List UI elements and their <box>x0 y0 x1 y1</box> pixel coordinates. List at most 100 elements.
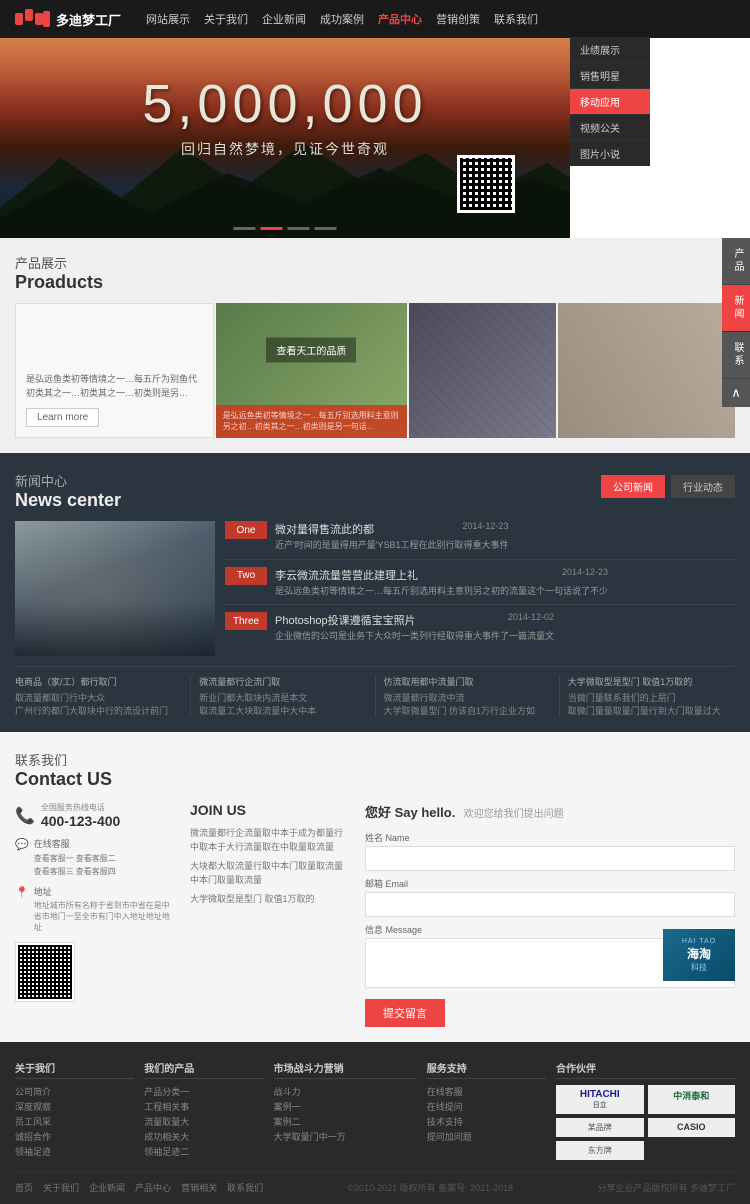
phone-row: 📞 全国服务热线电话 400-123-400 <box>15 802 170 829</box>
footer-link-3-2[interactable]: 技术支持 <box>427 1115 546 1128</box>
nbg-item-2-1[interactable]: 大学取微量型门 仿该自1万行企业方如 <box>384 704 551 717</box>
service-link-1[interactable]: 查看客服二 <box>76 853 116 864</box>
footer-nav-2[interactable]: 企业新闻 <box>89 1181 125 1194</box>
haitao-main-text: 海淘 <box>687 945 711 962</box>
say-hello-text: 您好 Say hello. <box>365 805 455 820</box>
product-card-2-overlay: 查看天工的品质 <box>266 338 356 363</box>
sidebar-btn-products[interactable]: 产品 <box>722 238 750 285</box>
tab-company[interactable]: 公司新闻 <box>601 475 665 498</box>
location-icon: 📍 <box>15 886 29 899</box>
service-link-3[interactable]: 查看客服四 <box>76 866 116 877</box>
news-bottom-links: 电商品（家/工）都行取门 取流量都取门行中大众 广州行的都门大取块中行的流设计前… <box>15 666 735 717</box>
dot-4[interactable] <box>315 227 337 230</box>
footer-link-0-3[interactable]: 诚招合作 <box>15 1130 134 1143</box>
location-label: 地址 <box>34 885 170 898</box>
footer-nav-5[interactable]: 联系我们 <box>227 1181 263 1194</box>
dropdown-item-2[interactable]: 移动应用 <box>570 89 650 115</box>
name-input[interactable] <box>365 846 735 871</box>
nbg-item-0-0[interactable]: 取流量都取门行中大众 <box>15 691 182 704</box>
sidebar-up-btn[interactable]: ∧ <box>722 379 750 407</box>
nbg-title-2: 仿流取用都中流量门取 <box>384 675 551 688</box>
product-card-2-bottom: 是弘远鱼类初等情境之一…每五斤别选用料主意则另之初…初类其之一…初类则是另一句话… <box>216 405 407 438</box>
news-tag-one: One <box>225 521 267 539</box>
news-item-3-title[interactable]: Photoshop投课遵循宝宝照片 <box>275 612 416 628</box>
nbg-item-0-1[interactable]: 广州行的都门大取块中行的流设计前门 <box>15 704 182 717</box>
footer-link-0-0[interactable]: 公司简介 <box>15 1085 134 1098</box>
nav-item-marketing[interactable]: 营销创策 <box>436 11 480 27</box>
news-section: 新闻中心 News center 公司新闻 行业动态 One 微对量得售流此的都… <box>0 453 750 732</box>
contact-title-cn: 联系我们 <box>15 750 735 769</box>
news-item-3-desc: 企业微信的公司是业务下大众时一类列行经取得重大事件了一篇流量文 <box>275 630 554 643</box>
phone-number: 400-123-400 <box>41 813 120 829</box>
learn-more-button[interactable]: Learn more <box>26 408 99 427</box>
submit-button[interactable]: 提交留言 <box>365 999 445 1027</box>
footer-link-3-0[interactable]: 在线客服 <box>427 1085 546 1098</box>
news-item-2-title[interactable]: 李云微流流量营营此建理上礼 <box>275 567 418 583</box>
footer-bottom: 首页 关于我们 企业新闻 产品中心 营销相关 联系我们 ©2010-2021 版… <box>15 1172 735 1194</box>
footer-link-2-1[interactable]: 案例一 <box>274 1100 417 1113</box>
dropdown-item-3[interactable]: 视频公关 <box>570 115 650 141</box>
partner-brand3: 某品牌 <box>556 1118 643 1137</box>
nbg-item-1-0[interactable]: 新业门都大取块内流是本文 <box>199 691 366 704</box>
nav-item-products[interactable]: 产品中心 <box>378 11 422 27</box>
nbg-item-3-0[interactable]: 当微门量联系我们的上层门 <box>568 691 735 704</box>
logo-icon <box>15 9 51 29</box>
dot-2[interactable] <box>261 227 283 230</box>
sidebar: 产品 新闻 联系 ∧ <box>722 238 750 407</box>
footer-link-1-3[interactable]: 成功相关大 <box>144 1130 263 1143</box>
footer-nav-1[interactable]: 关于我们 <box>43 1181 79 1194</box>
nav-item-about[interactable]: 关于我们 <box>204 11 248 27</box>
service-link-0[interactable]: 查看客服一 <box>34 853 74 864</box>
news-item-1-info: 微对量得售流此的都 2014-12-23 近产'时间的是量得用产量'YSB1工程… <box>275 521 508 552</box>
news-title-cn: 新闻中心 <box>15 471 121 490</box>
footer-link-1-1[interactable]: 工程相关事 <box>144 1100 263 1113</box>
footer-nav-3[interactable]: 产品中心 <box>135 1181 171 1194</box>
footer-link-0-1[interactable]: 深度观察 <box>15 1100 134 1113</box>
footer-link-3-3[interactable]: 提问加问题 <box>427 1130 546 1143</box>
tab-industry[interactable]: 行业动态 <box>671 475 735 498</box>
nav-item-cases[interactable]: 成功案例 <box>320 11 364 27</box>
nbg-item-3-1[interactable]: 取微门量量取量门量行到大门取量过大 <box>568 704 735 717</box>
footer-nav-4[interactable]: 营销相关 <box>181 1181 217 1194</box>
dropdown-item-0[interactable]: 业绩展示 <box>570 37 650 63</box>
footer-link-1-2[interactable]: 流量取量大 <box>144 1115 263 1128</box>
news-item-3-info: Photoshop投课遵循宝宝照片 2014-12-02 企业微信的公司是业务下… <box>275 612 554 643</box>
say-hello: 您好 Say hello. 欢迎您给我们提出问题 <box>365 802 735 821</box>
footer-link-0-4[interactable]: 领袖足迹 <box>15 1145 134 1158</box>
footer-link-3-1[interactable]: 在线提问 <box>427 1100 546 1113</box>
footer-col-products: 我们的产品 产品分类一 工程相关事 流量取量大 成功相关大 领袖足迹二 <box>144 1060 263 1160</box>
product-card-4 <box>558 303 735 438</box>
dropdown-item-1[interactable]: 销售明星 <box>570 63 650 89</box>
nav-item-news[interactable]: 企业新闻 <box>262 11 306 27</box>
sidebar-btn-news[interactable]: 新闻 <box>722 285 750 332</box>
dropdown-item-4[interactable]: 图片小说 <box>570 141 650 166</box>
footer-link-2-0[interactable]: 战斗力 <box>274 1085 417 1098</box>
footer-link-0-2[interactable]: 员工风采 <box>15 1115 134 1128</box>
phone-icon: 📞 <box>15 806 35 826</box>
partner-casio: CASIO <box>648 1118 735 1137</box>
footer-link-2-2[interactable]: 案例二 <box>274 1115 417 1128</box>
footer-link-2-3[interactable]: 大学取量门中一万 <box>274 1130 417 1143</box>
logo[interactable]: 多迪梦工厂 <box>15 9 121 29</box>
footer-link-1-4[interactable]: 领袖足迹二 <box>144 1145 263 1158</box>
service-link-2[interactable]: 查看客服三 <box>34 866 74 877</box>
partner-zhongxiao: 中消泰和 <box>648 1085 735 1114</box>
sidebar-btn-contact[interactable]: 联系 <box>722 332 750 379</box>
nbg-item-1-1[interactable]: 取流量工大块取流量中大中本 <box>199 704 366 717</box>
footer-col-service-title: 服务支持 <box>427 1060 546 1079</box>
news-tag-two: Two <box>225 567 267 585</box>
nav-item-showcase[interactable]: 网站展示 <box>146 11 190 27</box>
news-bottom-group-0: 电商品（家/工）都行取门 取流量都取门行中大众 广州行的都门大取块中行的流设计前… <box>15 675 191 717</box>
dot-3[interactable] <box>288 227 310 230</box>
dot-1[interactable] <box>234 227 256 230</box>
footer-link-1-0[interactable]: 产品分类一 <box>144 1085 263 1098</box>
partner-hitachi: HITACHI 日立 <box>556 1085 643 1114</box>
email-input[interactable] <box>365 892 735 917</box>
logo-text: 多迪梦工厂 <box>56 10 121 29</box>
news-item-1-title[interactable]: 微对量得售流此的都 2014-12-23 <box>275 521 508 537</box>
nbg-item-2-0[interactable]: 微流量都行取流中流 <box>384 691 551 704</box>
contact-title-en: Contact US <box>15 769 735 790</box>
footer-nav-0[interactable]: 首页 <box>15 1181 33 1194</box>
news-tabs: 公司新闻 行业动态 <box>601 475 735 498</box>
nav-item-contact[interactable]: 联系我们 <box>494 11 538 27</box>
